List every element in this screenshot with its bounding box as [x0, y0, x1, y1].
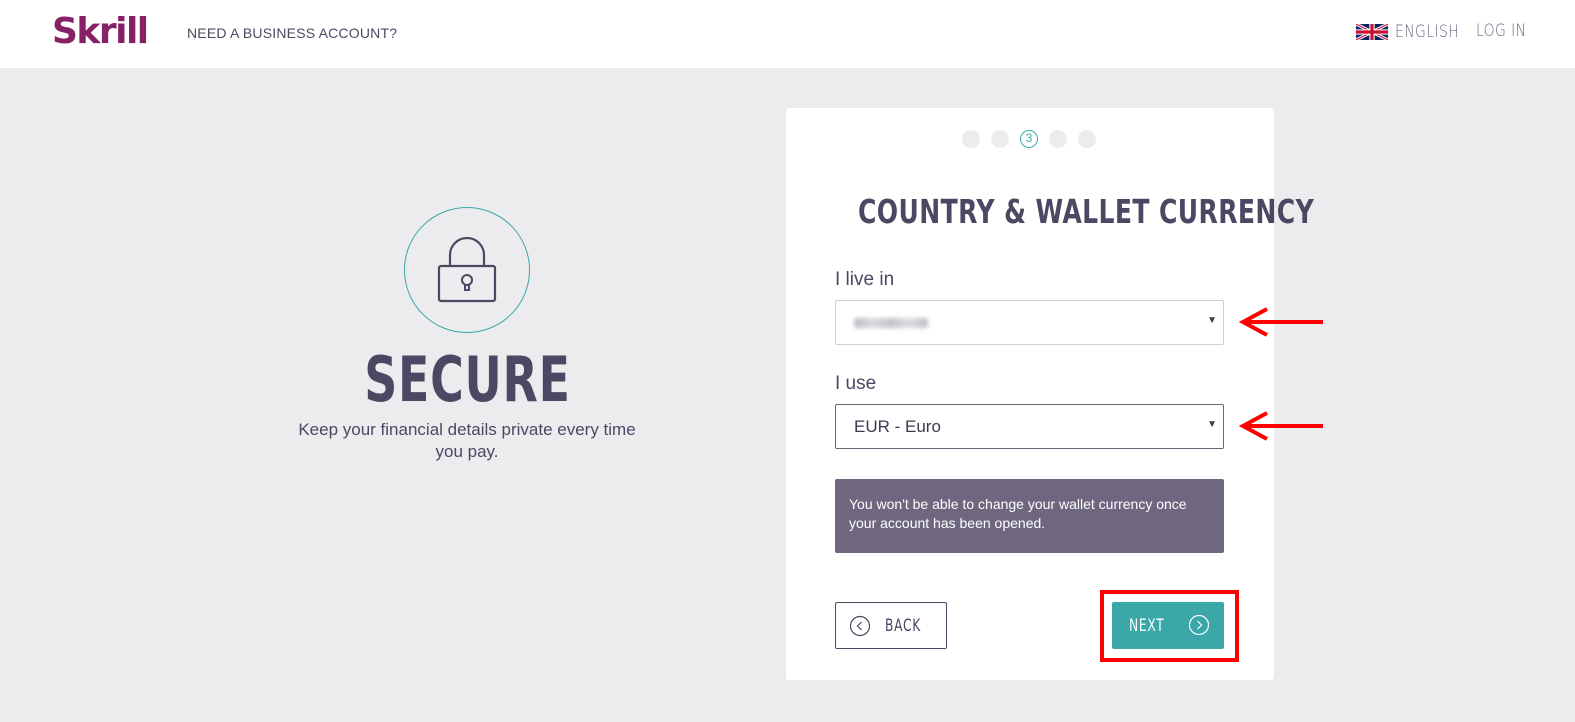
- caret-down-icon: ▼: [1207, 315, 1217, 326]
- annotation-arrow-currency: [1239, 411, 1323, 441]
- step-dot: [991, 130, 1009, 148]
- currency-notice: You won't be able to change your wallet …: [835, 479, 1224, 553]
- country-select[interactable]: ▼: [835, 300, 1224, 345]
- step-dot: [1078, 130, 1096, 148]
- annotation-arrow-country: [1239, 307, 1323, 337]
- caret-down-icon: ▼: [1207, 419, 1217, 430]
- step-dot: [1049, 130, 1067, 148]
- language-label: ENGLISH: [1395, 22, 1460, 42]
- back-button[interactable]: BACK: [835, 602, 947, 649]
- chevron-left-circle-icon: [849, 615, 871, 636]
- currency-select[interactable]: EUR - Euro ▼: [835, 404, 1224, 449]
- lock-icon: [437, 236, 497, 303]
- annotation-highlight-next: [1100, 590, 1239, 662]
- back-button-label: BACK: [885, 615, 922, 636]
- uk-flag-icon: [1356, 24, 1388, 40]
- card-title: COUNTRY & WALLET CURRENCY: [786, 192, 1314, 231]
- top-header: Skrill NEED A BUSINESS ACCOUNT? ENGLISH …: [0, 0, 1575, 68]
- language-selector[interactable]: ENGLISH: [1356, 19, 1473, 45]
- lock-circle: [404, 207, 530, 333]
- step-dot-active: 3: [1020, 130, 1038, 148]
- promo-text: Keep your financial details private ever…: [298, 420, 636, 461]
- currency-label: I use: [835, 373, 877, 394]
- skrill-logo[interactable]: Skrill: [52, 12, 149, 52]
- country-label: I live in: [835, 269, 895, 290]
- promo-panel: SECURE Keep your financial details priva…: [285, 207, 649, 463]
- login-link[interactable]: LOG IN: [1476, 21, 1526, 41]
- card-title-text: COUNTRY & WALLET CURRENCY: [858, 192, 1315, 231]
- business-account-link[interactable]: NEED A BUSINESS ACCOUNT?: [187, 25, 397, 41]
- step-dot: [962, 130, 980, 148]
- step-indicator: 3: [962, 130, 1096, 148]
- promo-title: SECURE: [363, 343, 571, 416]
- redacted-country-value: [854, 317, 928, 328]
- currency-value: EUR - Euro: [854, 416, 941, 436]
